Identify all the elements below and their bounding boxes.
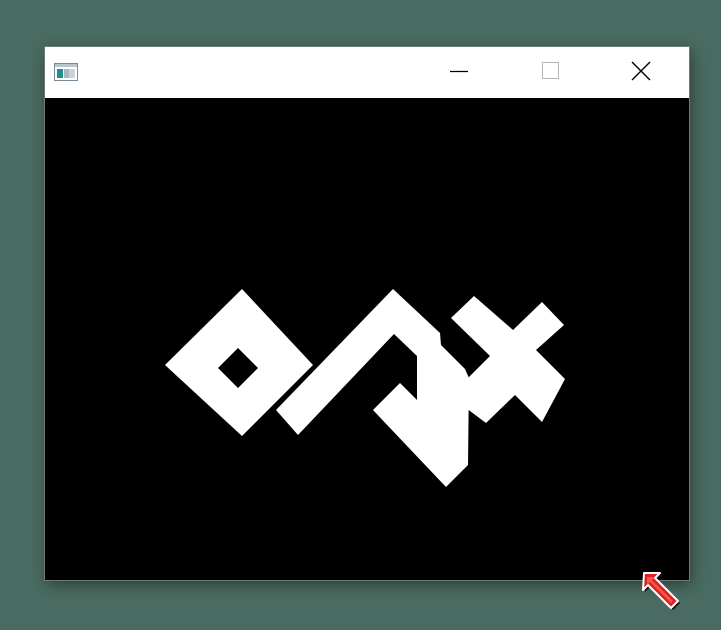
logo-letter-x (450, 296, 565, 423)
orx-logo (165, 289, 565, 487)
close-icon (630, 60, 652, 86)
close-button[interactable] (618, 47, 664, 98)
minimize-icon (449, 61, 469, 85)
maximize-icon (540, 61, 560, 85)
minimize-button[interactable] (436, 47, 482, 98)
red-arrow-cursor (642, 572, 680, 610)
logo-letter-r (276, 289, 469, 487)
maximize-button[interactable] (527, 47, 573, 98)
application-window-icon[interactable] (54, 63, 78, 81)
app-window[interactable] (45, 47, 689, 580)
client-area[interactable] (45, 98, 689, 580)
title-bar[interactable] (45, 47, 689, 98)
